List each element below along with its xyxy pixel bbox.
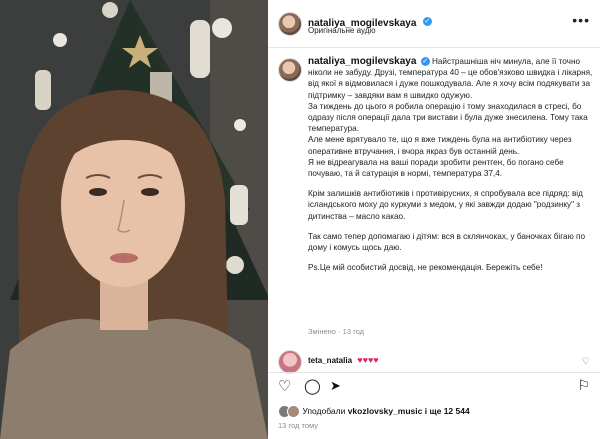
video-frame-illustration — [0, 0, 268, 439]
comment-like-icon[interactable]: ♡ — [582, 356, 590, 367]
caption-paragraph: Так само тепер допомагаю і дітям: вся в … — [308, 231, 586, 253]
caption-meta: Змінено · 13 год — [308, 327, 365, 336]
action-bar: ♡ ◯ ➤ ⚐ — [278, 377, 594, 397]
author-avatar[interactable] — [278, 12, 302, 36]
commenter-avatar[interactable] — [278, 350, 302, 374]
caption-author-avatar[interactable] — [278, 58, 302, 82]
save-bookmark-icon[interactable]: ⚐ — [577, 377, 590, 394]
caption-paragraph: Ps.Це мій особистий досвід, не рекоменда… — [308, 263, 543, 273]
likes-user[interactable]: vkozlovsky_music — [348, 406, 423, 416]
commenter-username-text[interactable]: teta_natalia — [308, 356, 352, 365]
comment-text: ♥♥♥♥ — [357, 355, 379, 365]
caption-paragraph: nataliya_mogilevskaya ✓ Найстрашніша ніч… — [308, 56, 596, 101]
likes-prefix: Уподобали — [302, 405, 348, 416]
share-icon[interactable]: ➤ — [330, 378, 341, 394]
caption-author-username[interactable]: nataliya_mogilevskaya — [308, 56, 416, 67]
more-horizontal-icon[interactable]: ••• — [572, 12, 590, 28]
post-video[interactable] — [0, 0, 268, 439]
caption-paragraph: За тиждень до цього я робила операцію і … — [308, 101, 588, 134]
post-header: nataliya_mogilevskaya ✓ Оригінальне ауді… — [278, 10, 594, 40]
caption: nataliya_mogilevskaya ✓ Найстрашніша ніч… — [308, 56, 596, 273]
audio-label[interactable]: Оригінальне аудіо — [308, 26, 376, 35]
commenter-username: teta_natalia ♥♥♥♥ — [308, 355, 379, 365]
actions-divider — [268, 372, 600, 373]
likes-count[interactable]: і ще 12 544 — [422, 406, 470, 416]
post-date: 13 год тому — [278, 421, 318, 430]
verified-badge-icon: ✓ — [420, 57, 430, 67]
likes-line: Уподобали vkozlovsky_music і ще 12 544 — [278, 405, 470, 418]
caption-paragraph: Крім залишків антибіотиків і противірусн… — [308, 189, 583, 221]
liker-avatar[interactable] — [287, 405, 300, 418]
comment-row: teta_natalia ♥♥♥♥ ♡ — [278, 350, 594, 374]
caption-paragraph: Я не відреагувала на ваші поради зробити… — [308, 157, 564, 179]
like-icon[interactable]: ♡ — [278, 377, 291, 395]
caption-paragraph: Але мене врятувало те, що я вже тиждень … — [308, 135, 572, 156]
verified-badge-icon: ✓ — [422, 17, 432, 27]
comment-icon[interactable]: ◯ — [304, 377, 321, 395]
header-divider — [268, 47, 600, 48]
